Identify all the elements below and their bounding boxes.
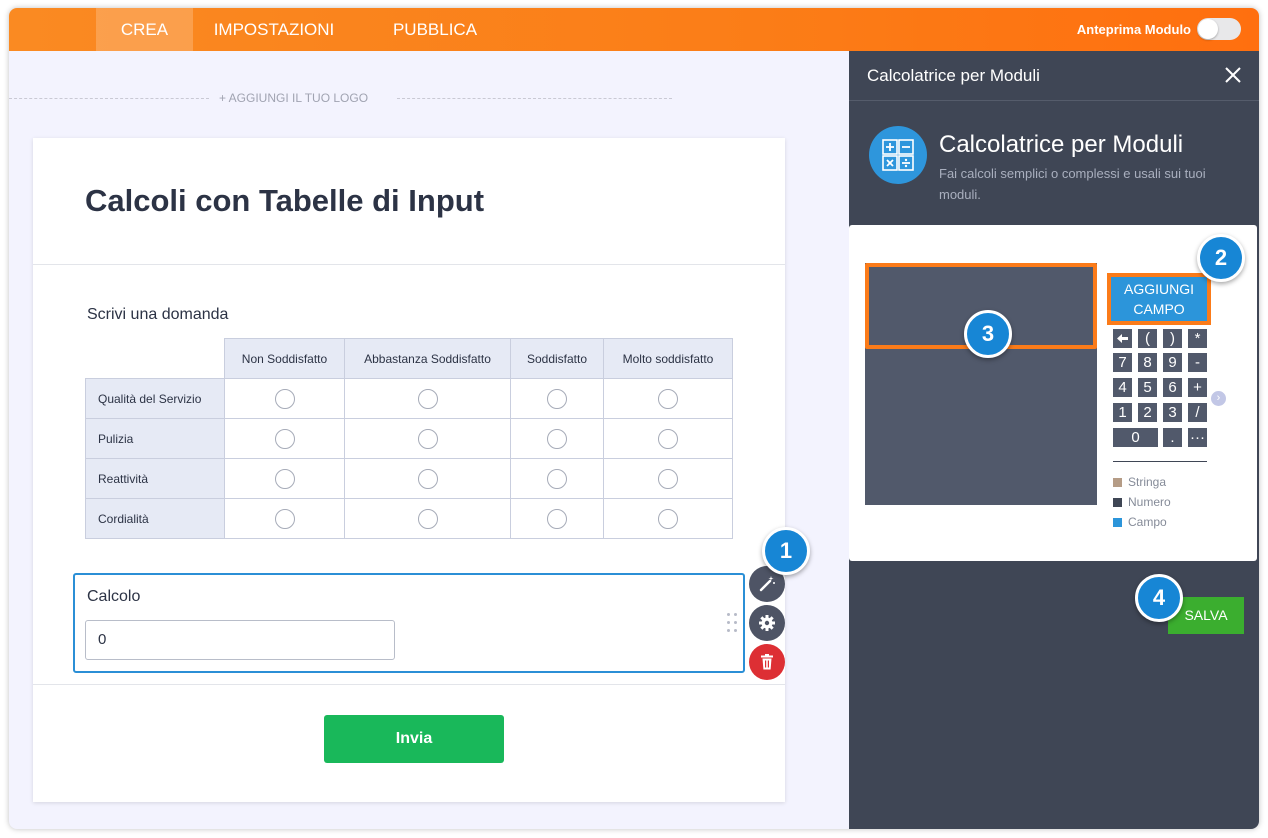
legend-field: Campo [1113,515,1167,529]
column-header: Non Soddisfatto [224,338,345,379]
calculator-app-icon [869,126,927,184]
key-9[interactable]: 9 [1163,353,1182,372]
app-name: Calcolatrice per Moduli [939,131,1184,158]
close-icon[interactable] [1221,63,1245,87]
radio-button[interactable] [547,508,567,529]
submit-button[interactable]: Invia [324,715,504,763]
column-header: Molto soddisfatto [603,338,733,379]
divider [33,264,785,265]
radio-button[interactable] [547,428,567,449]
tab-pubblica[interactable]: PUBBLICA [385,8,485,51]
app-description: Fai calcoli semplici o complessi e usali… [939,166,1206,202]
row-label: Pulizia [85,418,225,459]
tab-impostazioni[interactable]: IMPOSTAZIONI [209,8,339,51]
row-label: Cordialità [85,498,225,539]
key-plus[interactable]: + [1188,378,1207,397]
radio-button[interactable] [658,508,678,529]
formula-editor: AGGIUNGI CAMPO ( ) * 7 8 9 - 4 5 6 + 1 2… [849,225,1257,561]
radio-button[interactable] [417,508,438,529]
radio-button[interactable] [547,388,567,409]
key-2[interactable]: 2 [1138,403,1157,422]
table-row: Qualità del Servizio [85,378,733,419]
delete-button[interactable] [749,644,785,680]
table-corner [85,338,225,379]
legend-swatch [1113,498,1122,507]
panel-title: Calcolatrice per Moduli [867,66,1040,85]
radio-button[interactable] [658,468,678,489]
tab-crea[interactable]: CREA [96,8,193,51]
backspace-icon [1117,334,1128,343]
form-title[interactable]: Calcoli con Tabelle di Input [85,183,484,219]
key-7[interactable]: 7 [1113,353,1132,372]
calculation-field[interactable]: Calcolo 0 [73,573,745,673]
key-backspace[interactable] [1113,329,1132,348]
key-multiply[interactable]: * [1188,329,1207,348]
column-header: Soddisfatto [510,338,604,379]
panel-header: Calcolatrice per Moduli [849,51,1259,101]
step-badge-4: 4 [1135,574,1183,622]
legend-swatch [1113,478,1122,487]
radio-button[interactable] [274,508,295,529]
calculation-label: Calcolo [87,588,141,605]
table-row: Cordialità [85,498,733,539]
key-minus[interactable]: - [1188,353,1207,372]
trash-icon [761,654,773,670]
row-label: Qualità del Servizio [85,378,225,419]
radio-button[interactable] [658,388,678,409]
radio-button[interactable] [274,468,295,489]
app-window: CREA IMPOSTAZIONI PUBBLICA Anteprima Mod… [9,8,1259,829]
legend-divider [1113,461,1207,462]
key-8[interactable]: 8 [1138,353,1157,372]
key-6[interactable]: 6 [1163,378,1182,397]
logo-divider-left [9,98,209,99]
legend-swatch [1113,518,1122,527]
key-0[interactable]: 0 [1113,428,1158,447]
calculator-panel: Calcolatrice per Moduli Calcolatrice per… [849,51,1259,829]
step-badge-1: 1 [762,527,810,575]
gear-icon [759,615,775,631]
divider [33,684,785,685]
add-logo-link[interactable]: + AGGIUNGI IL TUO LOGO [219,91,368,105]
key-decimal[interactable]: . [1163,428,1182,447]
radio-button[interactable] [274,428,295,449]
key-divide[interactable]: / [1188,403,1207,422]
radio-button[interactable] [547,468,567,489]
row-label: Reattività [85,458,225,499]
input-table: Non Soddisfatto Abbastanza Soddisfatto S… [85,338,733,539]
table-row: Reattività [85,458,733,499]
key-open-paren[interactable]: ( [1138,329,1157,348]
calculation-input[interactable]: 0 [85,620,395,660]
radio-button[interactable] [417,388,438,409]
preview-toggle-label: Anteprima Modulo [1076,22,1191,37]
key-1[interactable]: 1 [1113,403,1132,422]
step-badge-3: 3 [964,310,1012,358]
step-badge-2: 2 [1197,234,1245,282]
key-4[interactable]: 4 [1113,378,1132,397]
toggle-knob [1198,19,1218,39]
settings-button[interactable] [749,605,785,641]
radio-button[interactable] [417,468,438,489]
top-navigation-bar: CREA IMPOSTAZIONI PUBBLICA Anteprima Mod… [9,8,1259,51]
magic-wand-icon [759,576,775,592]
question-label[interactable]: Scrivi una domanda [87,306,228,324]
legend-number: Numero [1113,495,1171,509]
preview-toggle[interactable] [1197,18,1241,40]
radio-button[interactable] [658,428,678,449]
key-3[interactable]: 3 [1163,403,1182,422]
form-card: Calcoli con Tabelle di Input Scrivi una … [33,138,785,802]
logo-divider-right [397,98,672,99]
key-5[interactable]: 5 [1138,378,1157,397]
key-close-paren[interactable]: ) [1163,329,1182,348]
radio-button[interactable] [417,428,438,449]
add-field-button[interactable]: AGGIUNGI CAMPO [1107,273,1211,325]
legend-string: Stringa [1113,475,1166,489]
key-more[interactable]: ··· [1188,428,1207,447]
chevron-right-icon[interactable]: › [1211,391,1226,406]
column-header: Abbastanza Soddisfatto [344,338,511,379]
table-row: Pulizia [85,418,733,459]
drag-handle-icon[interactable] [727,613,739,635]
radio-button[interactable] [274,388,295,409]
